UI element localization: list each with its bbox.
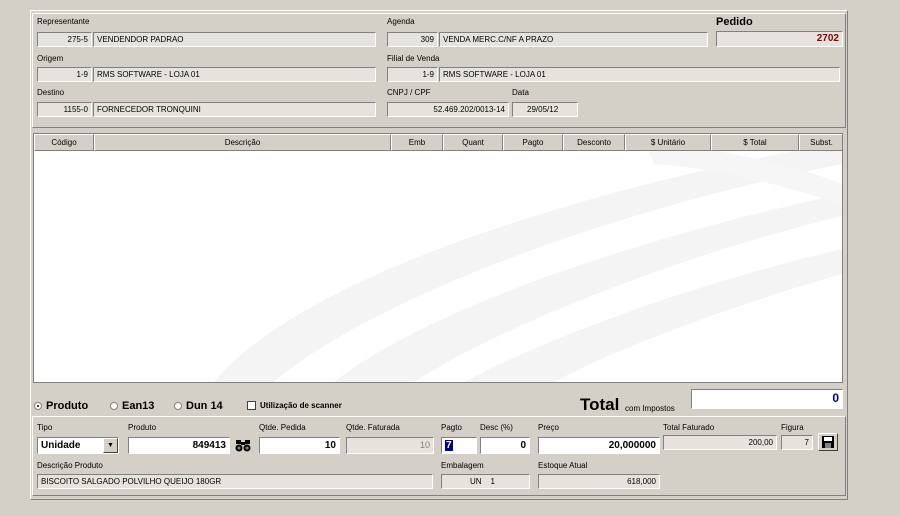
- radio-ean13[interactable]: Ean13: [110, 400, 154, 412]
- column-header-emb[interactable]: Emb: [391, 134, 443, 151]
- scanner-checkbox[interactable]: Utilização de scanner: [247, 400, 342, 412]
- total-faturado-label: Total Faturado: [663, 423, 715, 432]
- column-header-desconto[interactable]: Desconto: [563, 134, 625, 151]
- qtde-pedida-label: Qtde. Pedida: [259, 423, 306, 432]
- agenda-name-field[interactable]: VENDA MERC.C/NF A PRAZO: [439, 32, 708, 47]
- column-header-quant[interactable]: Quant: [443, 134, 503, 151]
- origem-code-field[interactable]: 1-9: [37, 67, 92, 82]
- pedido-label: Pedido: [716, 16, 753, 28]
- data-label: Data: [512, 88, 529, 97]
- scanner-checkbox-box[interactable]: [247, 401, 256, 411]
- pagto-field[interactable]: 7: [441, 437, 477, 454]
- qtde-faturada-label: Qtde. Faturada: [346, 423, 400, 432]
- produto-field[interactable]: 849413: [128, 437, 230, 454]
- origem-label: Origem: [37, 54, 64, 63]
- total-field[interactable]: 0: [691, 389, 843, 409]
- qtde-pedida-field[interactable]: 10: [259, 437, 340, 454]
- column-header-unitario[interactable]: $ Unitário: [625, 134, 711, 151]
- total-faturado-field[interactable]: 200,00: [663, 435, 777, 450]
- pedido-field[interactable]: 2702: [716, 31, 843, 47]
- scanner-checkbox-label: Utilização de scanner: [260, 401, 342, 410]
- figura-label: Figura: [781, 423, 804, 432]
- destino-label: Destino: [37, 88, 65, 97]
- radio-produto-label: Produto: [46, 400, 89, 412]
- embalagem-field[interactable]: UN 1: [441, 474, 530, 489]
- agenda-code-field[interactable]: 309: [387, 32, 438, 47]
- total-sublabel: com Impostos: [625, 404, 675, 413]
- items-grid[interactable]: Código Descrição Emb Quant Pagto Descont…: [33, 133, 843, 383]
- radio-ean13-indicator[interactable]: [110, 402, 118, 411]
- agenda-label: Agenda: [387, 17, 415, 26]
- column-header-total[interactable]: $ Total: [711, 134, 799, 151]
- qtde-faturada-field[interactable]: 10: [346, 437, 434, 454]
- column-header-pagto[interactable]: Pagto: [503, 134, 563, 151]
- watermark-swoosh-logo: [214, 139, 842, 382]
- estoque-label: Estoque Atual: [538, 461, 588, 470]
- radio-produto-indicator[interactable]: [34, 402, 42, 411]
- cnpj-field[interactable]: 52.469.202/0013-14: [387, 102, 509, 117]
- origem-name-field[interactable]: RMS SOFTWARE - LOJA 01: [93, 67, 376, 82]
- radio-dun14[interactable]: Dun 14: [174, 400, 223, 412]
- descricao-produto-field[interactable]: BISCOITO SALGADO POLVILHO QUEIJO 180GR: [37, 474, 433, 489]
- tipo-select[interactable]: Unidade ▼: [37, 437, 119, 454]
- tipo-select-value: Unidade: [41, 440, 81, 451]
- total-label: Total: [580, 395, 620, 414]
- data-field[interactable]: 29/05/12: [512, 102, 578, 117]
- pagto-label: Pagto: [441, 423, 462, 432]
- column-header-codigo[interactable]: Código: [34, 134, 94, 151]
- desc-label: Desc (%): [480, 423, 513, 432]
- radio-ean13-label: Ean13: [122, 400, 155, 412]
- preco-field[interactable]: 20,000000: [538, 437, 660, 454]
- destino-code-field[interactable]: 1155-0: [37, 102, 92, 117]
- radio-dun14-indicator[interactable]: [174, 402, 182, 411]
- radio-produto[interactable]: Produto: [34, 400, 88, 412]
- chevron-down-icon[interactable]: ▼: [103, 438, 118, 453]
- destino-name-field[interactable]: FORNECEDOR TRONQUINI: [93, 102, 376, 117]
- filial-label: Filial de Venda: [387, 54, 440, 63]
- preco-label: Preço: [538, 423, 559, 432]
- estoque-field[interactable]: 618,000: [538, 474, 660, 489]
- cnpj-label: CNPJ / CPF: [387, 88, 431, 97]
- filial-code-field[interactable]: 1-9: [387, 67, 438, 82]
- filial-name-field[interactable]: RMS SOFTWARE - LOJA 01: [439, 67, 840, 82]
- tipo-label: Tipo: [37, 423, 53, 432]
- produto-label: Produto: [128, 423, 157, 432]
- figura-field[interactable]: 7: [781, 435, 813, 450]
- pagto-value: 7: [445, 440, 453, 451]
- representante-label: Representante: [37, 17, 90, 26]
- representante-code-field[interactable]: 275-5: [37, 32, 92, 47]
- descricao-produto-label: Descrição Produto: [37, 461, 103, 470]
- binoculars-icon[interactable]: [234, 437, 252, 453]
- column-header-descricao[interactable]: Descrição: [94, 134, 391, 151]
- column-header-subst[interactable]: Subst.: [799, 134, 842, 151]
- desc-field[interactable]: 0: [480, 437, 530, 454]
- embalagem-label: Embalagem: [441, 461, 484, 470]
- floppy-disk-icon[interactable]: [818, 433, 838, 451]
- representante-name-field[interactable]: VENDENDOR PADRAO: [93, 32, 376, 47]
- radio-dun14-label: Dun 14: [186, 400, 223, 412]
